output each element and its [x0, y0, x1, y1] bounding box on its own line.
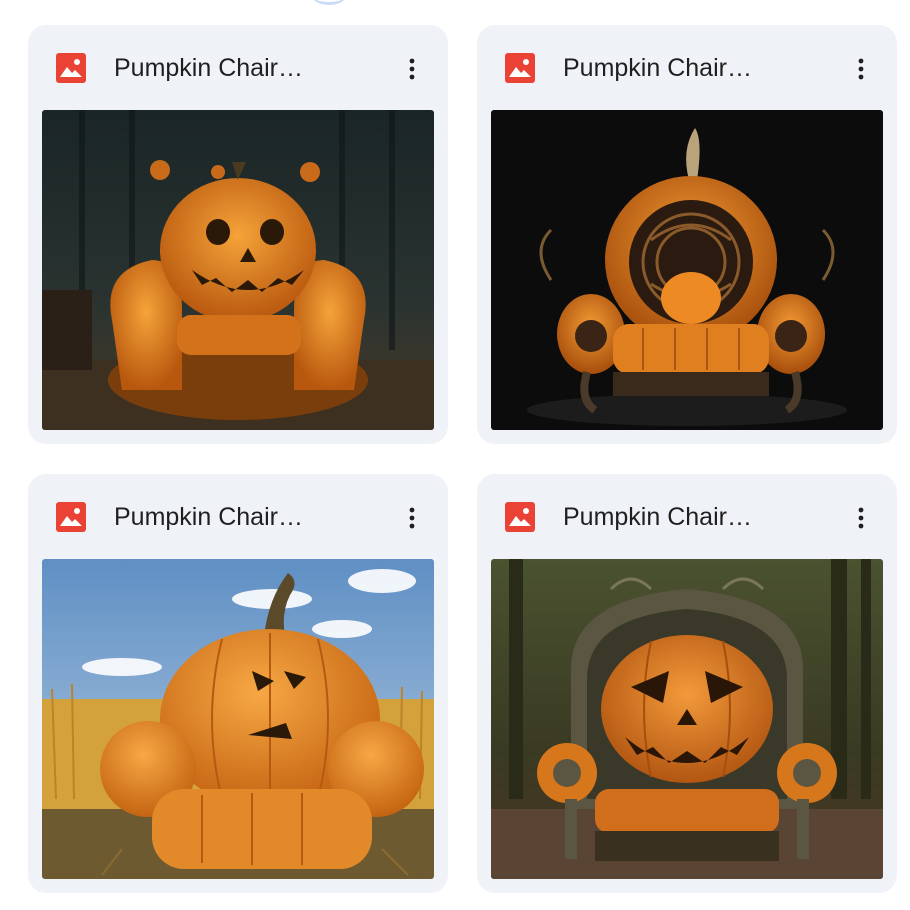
more-options-button[interactable]: [841, 49, 881, 89]
file-card-header: Pumpkin Chair…: [28, 474, 448, 558]
image-thumbnail[interactable]: [42, 559, 434, 879]
file-card[interactable]: Pumpkin Chair…: [477, 25, 897, 444]
more-vert-icon: [858, 507, 864, 529]
pumpkin-chair-image: [491, 110, 883, 430]
file-name: Pumpkin Chair…: [114, 503, 303, 531]
more-options-button[interactable]: [841, 498, 881, 538]
more-options-button[interactable]: [392, 498, 432, 538]
image-file-icon: [56, 502, 86, 532]
pumpkin-chair-image: [42, 559, 434, 879]
file-name: Pumpkin Chair…: [563, 503, 752, 531]
file-card-header: Pumpkin Chair…: [477, 474, 897, 558]
file-card[interactable]: Pumpkin Chair…: [28, 25, 448, 444]
image-file-icon: [505, 53, 535, 83]
scroll-indicator: [312, 0, 346, 5]
file-name: Pumpkin Chair…: [563, 54, 752, 82]
file-grid: Pumpkin Chair… Pumpkin Chair… Pumpkin Ch…: [28, 25, 897, 893]
more-vert-icon: [409, 58, 415, 80]
more-vert-icon: [858, 58, 864, 80]
more-options-button[interactable]: [392, 49, 432, 89]
file-card-header: Pumpkin Chair…: [28, 25, 448, 109]
pumpkin-chair-image: [491, 559, 883, 879]
file-card[interactable]: Pumpkin Chair…: [28, 474, 448, 893]
image-thumbnail[interactable]: [42, 110, 434, 430]
file-card-header: Pumpkin Chair…: [477, 25, 897, 109]
image-thumbnail[interactable]: [491, 110, 883, 430]
file-name: Pumpkin Chair…: [114, 54, 303, 82]
file-card[interactable]: Pumpkin Chair…: [477, 474, 897, 893]
pumpkin-chair-image: [42, 110, 434, 430]
image-file-icon: [505, 502, 535, 532]
more-vert-icon: [409, 507, 415, 529]
image-file-icon: [56, 53, 86, 83]
image-thumbnail[interactable]: [491, 559, 883, 879]
